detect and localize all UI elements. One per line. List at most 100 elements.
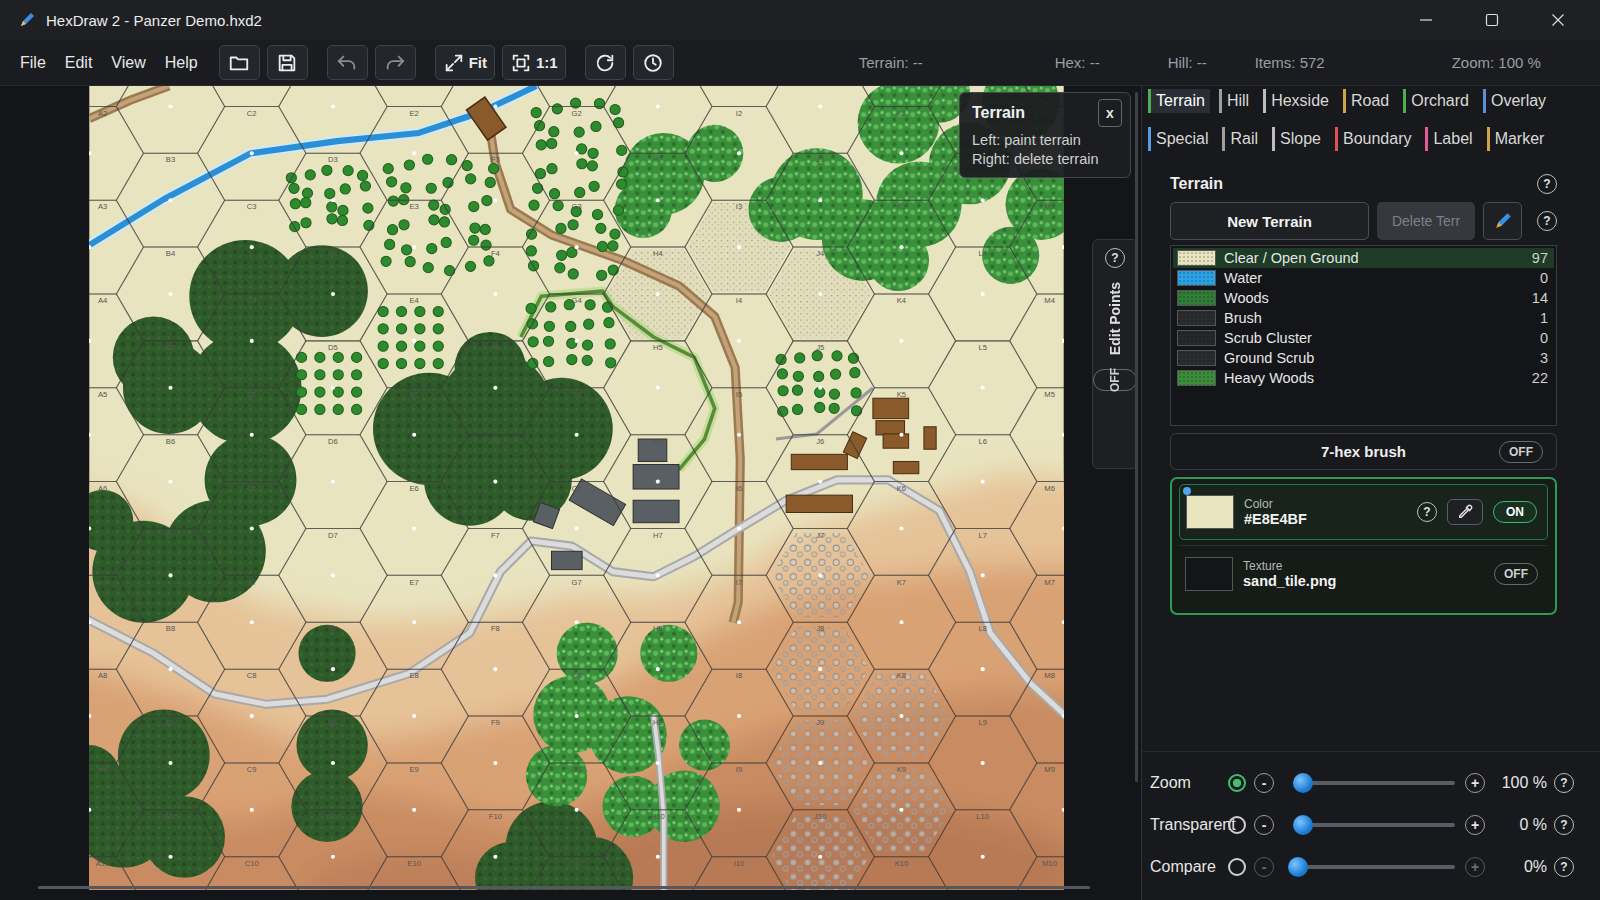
- hex-cell[interactable]: [89, 388, 143, 482]
- hex-cell[interactable]: [847, 482, 955, 576]
- hex-cell[interactable]: [198, 294, 306, 388]
- hex-cell[interactable]: [441, 810, 549, 890]
- hex-cell[interactable]: [604, 86, 712, 153]
- hex-cell[interactable]: [522, 106, 630, 200]
- maximize-button[interactable]: [1459, 0, 1525, 40]
- hex-cell[interactable]: [279, 529, 387, 623]
- save-button[interactable]: [267, 45, 308, 80]
- slider-track[interactable]: [1294, 781, 1455, 785]
- hex-cell[interactable]: [116, 247, 224, 341]
- hex-cell[interactable]: [685, 388, 793, 482]
- hex-cell[interactable]: [360, 669, 468, 763]
- hex-cell[interactable]: [847, 575, 955, 669]
- layer-tab[interactable]: Terrain: [1148, 89, 1210, 113]
- hex-map[interactable]: A2A3A4A5A6A7A8A9A10B3B4B5B6B7B8B9B10C2C3…: [89, 86, 1064, 890]
- terrain-row[interactable]: Brush 1: [1173, 308, 1554, 328]
- layer-tab[interactable]: Overlay: [1483, 89, 1551, 113]
- hex-cell[interactable]: [116, 86, 224, 153]
- hex-cell[interactable]: [685, 86, 793, 106]
- undo-button[interactable]: [327, 45, 368, 80]
- hex-cell[interactable]: [1010, 669, 1064, 763]
- help-button[interactable]: ?: [1537, 211, 1557, 231]
- hex-cell[interactable]: [198, 857, 306, 890]
- slider-radio[interactable]: [1228, 774, 1246, 792]
- texture-swatch[interactable]: [1185, 557, 1233, 591]
- hex-cell[interactable]: [441, 435, 549, 529]
- hex-cell[interactable]: [198, 575, 306, 669]
- layer-tab[interactable]: Boundary: [1335, 127, 1417, 151]
- help-button[interactable]: ?: [1417, 502, 1437, 522]
- hex-cell[interactable]: [116, 153, 224, 247]
- hex-cell[interactable]: [685, 200, 793, 294]
- new-terrain-button[interactable]: New Terrain: [1170, 202, 1369, 240]
- terrain-row[interactable]: Clear / Open Ground 97: [1173, 248, 1554, 268]
- hex-cell[interactable]: [522, 857, 630, 890]
- hex-cell[interactable]: [89, 857, 143, 890]
- fit-button[interactable]: Fit: [435, 45, 495, 80]
- close-button[interactable]: [1525, 0, 1591, 40]
- hex-cell[interactable]: [1010, 482, 1064, 576]
- hex-cell[interactable]: [360, 294, 468, 388]
- hex-cell[interactable]: [847, 857, 955, 890]
- history-button[interactable]: [633, 45, 674, 80]
- hex-cell[interactable]: [929, 529, 1037, 623]
- minimize-button[interactable]: [1393, 0, 1459, 40]
- hex-cell[interactable]: [360, 857, 468, 890]
- hex-cell[interactable]: [522, 575, 630, 669]
- hex-cell[interactable]: [604, 529, 712, 623]
- hex-cell[interactable]: [89, 106, 143, 200]
- hex-cell[interactable]: [89, 86, 143, 106]
- increase-button[interactable]: +: [1465, 815, 1485, 835]
- hex-cell[interactable]: [847, 388, 955, 482]
- hex-cell[interactable]: [766, 86, 874, 153]
- hex-cell[interactable]: [685, 857, 793, 890]
- hex-cell[interactable]: [1010, 200, 1064, 294]
- horizontal-scrollbar[interactable]: [38, 886, 1090, 889]
- hex-cell[interactable]: [89, 200, 143, 294]
- hex-cell[interactable]: [116, 435, 224, 529]
- slider-track[interactable]: [1294, 823, 1455, 827]
- hex-cell[interactable]: [116, 529, 224, 623]
- hex-cell[interactable]: [360, 482, 468, 576]
- hex-cell[interactable]: [522, 763, 630, 857]
- help-button[interactable]: ?: [1105, 248, 1125, 268]
- hex-cell[interactable]: [766, 810, 874, 890]
- hex-cell[interactable]: [1010, 294, 1064, 388]
- hex-cell[interactable]: [766, 341, 874, 435]
- hex-cell[interactable]: [279, 247, 387, 341]
- layer-tab[interactable]: Special: [1148, 127, 1213, 151]
- menu-item[interactable]: View: [111, 54, 145, 72]
- hex-cell[interactable]: [89, 575, 143, 669]
- slider-track[interactable]: [1294, 865, 1455, 869]
- hex-cell[interactable]: [198, 482, 306, 576]
- slider-knob[interactable]: [1293, 815, 1313, 835]
- layer-tab[interactable]: Label: [1425, 127, 1477, 151]
- map-canvas[interactable]: A2A3A4A5A6A7A8A9A10B3B4B5B6B7B8B9B10C2C3…: [0, 86, 1141, 900]
- layer-tab[interactable]: Hill: [1219, 89, 1254, 113]
- hex-cell[interactable]: [766, 435, 874, 529]
- hex-cell[interactable]: [116, 716, 224, 810]
- hex-cell[interactable]: [847, 763, 955, 857]
- hex-cell[interactable]: [116, 622, 224, 716]
- hex-cell[interactable]: [847, 106, 955, 200]
- menu-item[interactable]: Help: [165, 54, 198, 72]
- hex-cell[interactable]: [360, 388, 468, 482]
- increase-button[interactable]: +: [1465, 773, 1485, 793]
- hex-cell[interactable]: [441, 153, 549, 247]
- layer-tab[interactable]: Hexside: [1263, 89, 1334, 113]
- hex-cell[interactable]: [604, 247, 712, 341]
- hex-cell[interactable]: [766, 529, 874, 623]
- hex-cell[interactable]: [522, 388, 630, 482]
- hex-cell[interactable]: [685, 763, 793, 857]
- eyedropper-button[interactable]: [1447, 499, 1483, 525]
- hex-cell[interactable]: [604, 435, 712, 529]
- terrain-row[interactable]: Water 0: [1173, 268, 1554, 288]
- hex-cell[interactable]: [116, 810, 224, 890]
- hex-cell[interactable]: [441, 529, 549, 623]
- hex-cell[interactable]: [1010, 763, 1064, 857]
- hex-cell[interactable]: [198, 388, 306, 482]
- hex-cell[interactable]: [522, 294, 630, 388]
- vertical-scrollbar[interactable]: [1135, 92, 1138, 782]
- hex-cell[interactable]: [441, 716, 549, 810]
- hex-cell[interactable]: [89, 482, 143, 576]
